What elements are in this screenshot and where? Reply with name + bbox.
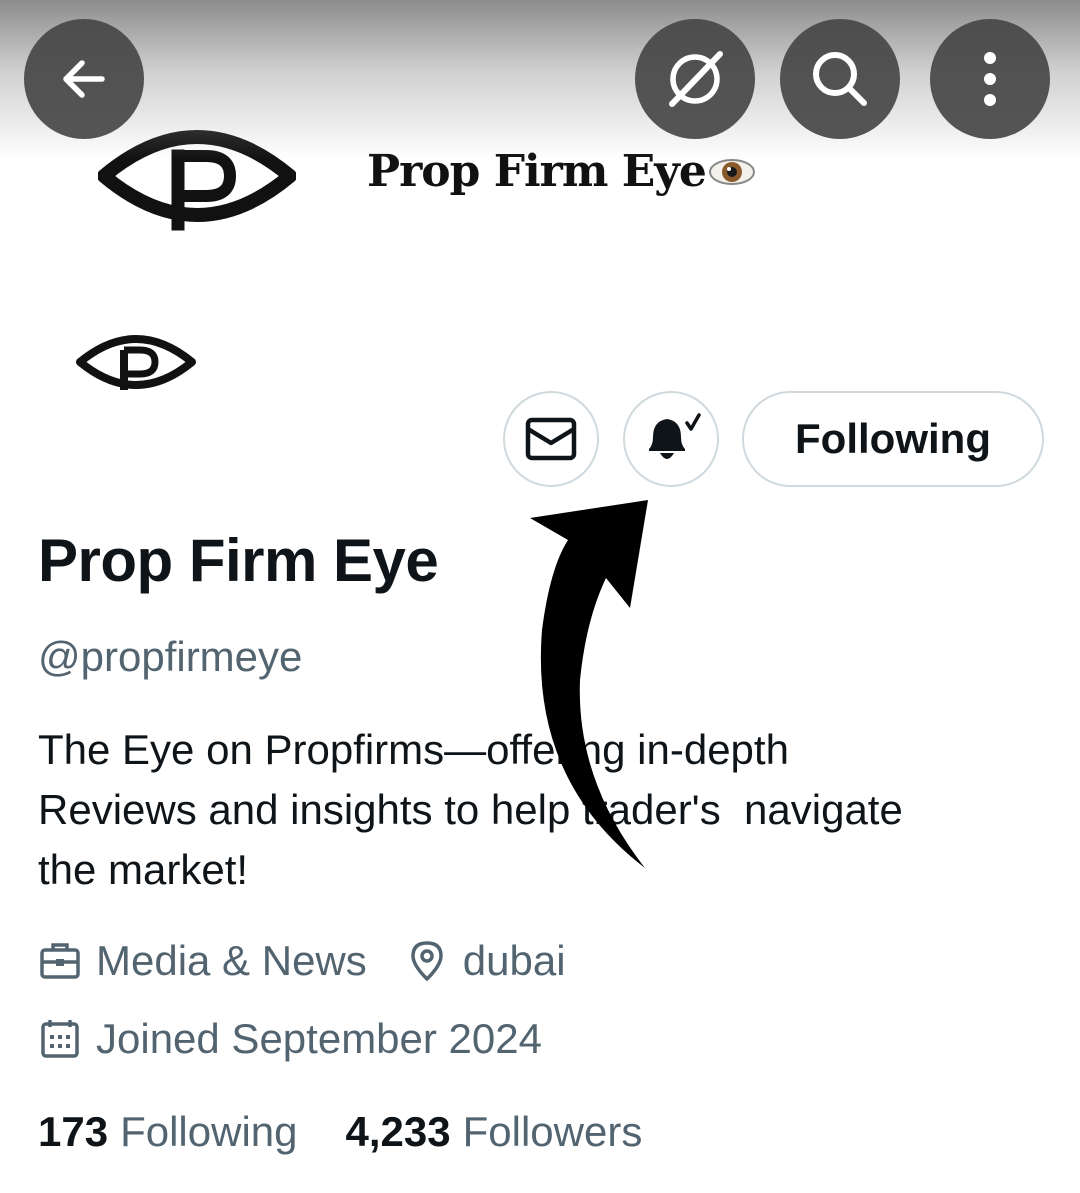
more-options-button[interactable] [930,19,1050,139]
joined-date: Joined September 2024 [38,1015,542,1063]
category: Media & News [38,937,367,985]
following-count: 173 [38,1108,109,1155]
following-stat-link[interactable]: 173 Following [38,1108,298,1156]
followers-stat-link[interactable]: 4,233 Followers [346,1108,643,1156]
back-button[interactable] [24,19,144,139]
handle: @propfirmeye [38,633,303,680]
grok-icon [669,51,723,107]
message-button[interactable] [503,391,599,487]
location-pin-icon [411,941,443,981]
category-label: Media & News [96,937,367,984]
envelope-icon [525,417,577,461]
location: dubai [405,937,566,985]
bio-line: Reviews and insights to help trader's na… [38,786,903,833]
location-label: dubai [462,937,566,984]
eye-emoji-icon [708,158,755,185]
joined-label: Joined September 2024 [96,1015,542,1062]
joined-row: Joined September 2024 [38,1015,580,1063]
followers-label: Followers [462,1108,643,1155]
followers-count: 4,233 [345,1108,451,1155]
avatar[interactable] [36,262,236,462]
profile-meta: Media & News dubai [38,937,604,985]
notifications-button[interactable] [623,391,719,487]
more-vertical-icon [984,52,996,106]
bio-line: The Eye on Propfirms—offering in-depth [38,726,789,773]
bio-line: the market! [38,846,249,893]
briefcase-icon [40,943,80,979]
profile-banner[interactable]: Prop Firm Eye [0,0,1080,290]
display-name: Prop Firm Eye [38,527,439,594]
arrow-left-icon [63,60,105,98]
search-icon [813,52,867,106]
banner-gradient [0,0,1080,160]
follow-stats: 173 Following 4,233 Followers [38,1108,690,1156]
calendar-icon [41,1020,79,1058]
bell-check-icon [649,413,701,459]
search-button[interactable] [780,19,900,139]
following-label: Following [120,1108,298,1155]
bio: The Eye on Propfirms—offering in-depth R… [38,720,1038,900]
grok-button[interactable] [635,19,755,139]
profile-page: Prop Firm Eye Following Prop Firm Eye @p… [0,0,1080,1193]
following-button[interactable]: Following [742,391,1044,487]
avatar-eye-logo [76,335,196,390]
